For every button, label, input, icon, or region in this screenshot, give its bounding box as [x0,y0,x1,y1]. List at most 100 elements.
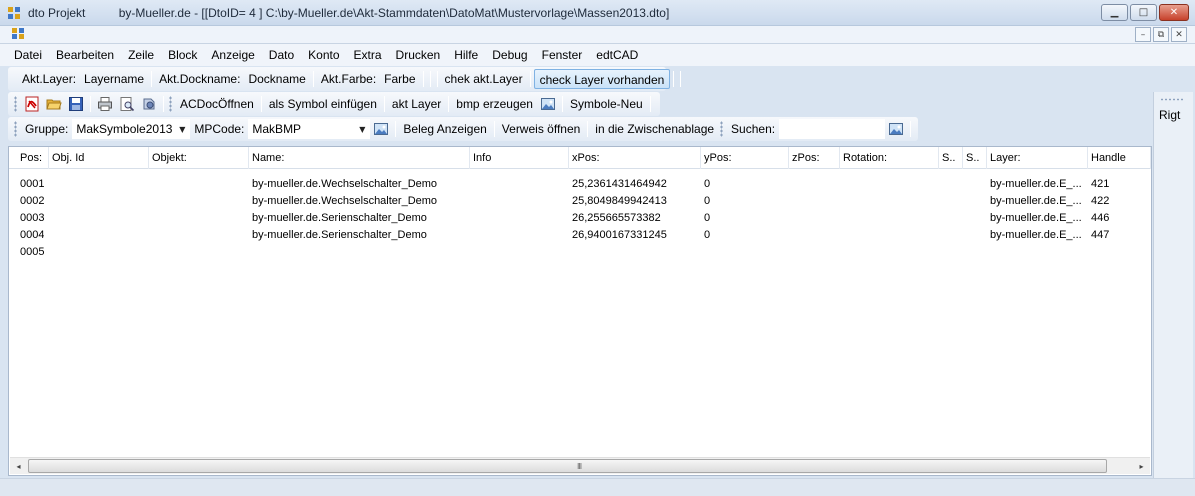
grid-header: Pos: Obj. Id Objekt: Name: Info xPos: yP… [9,147,1151,169]
status-bar [0,478,1195,496]
menu-block[interactable]: Block [161,45,204,65]
separator [673,71,675,87]
menu-drucken[interactable]: Drucken [389,45,448,65]
panel-grip[interactable] [1160,98,1184,101]
table-row[interactable]: 0001 by-mueller.de.Wechselschalter_Demo … [9,176,1151,193]
cell-xpos: 25,2361431464942 [572,178,667,190]
column-header-layer[interactable]: Layer: [987,147,1088,169]
column-header-ypos[interactable]: yPos: [701,147,789,169]
separator [429,71,431,87]
chek-akt-layer-button[interactable]: chek akt.Layer [441,69,527,89]
print-icon[interactable] [96,95,114,113]
bmp-erzeugen-button[interactable]: bmp erzeugen [452,94,537,114]
scrollbar-thumb[interactable]: III [28,459,1107,473]
column-header-objekt[interactable]: Objekt: [149,147,249,169]
cell-handle: 447 [1091,229,1110,241]
toolbar-grip[interactable] [720,121,724,137]
cell-pos: 0002 [20,195,45,207]
menu-bearbeiten[interactable]: Bearbeiten [49,45,121,65]
mdi-child-bar: – ⧉ ✕ [0,26,1195,44]
print-preview-icon[interactable] [118,95,136,113]
minimize-button[interactable]: ▁ [1101,4,1128,21]
toolbar-grip[interactable] [14,96,17,112]
scrollbar-grip: III [577,462,582,471]
column-header-obj-id[interactable]: Obj. Id [49,147,149,169]
akt-layer-button[interactable]: akt Layer [388,94,445,114]
menu-anzeige[interactable]: Anzeige [204,45,261,65]
cell-handle: 446 [1091,212,1110,224]
cell-layer: by-mueller.de.E_... [990,178,1082,190]
image-icon[interactable] [372,120,390,138]
data-grid[interactable]: Pos: Obj. Id Objekt: Name: Info xPos: yP… [8,146,1152,476]
cell-ypos: 0 [704,195,711,207]
column-header-zpos[interactable]: zPos: [789,147,840,169]
gruppe-label: Gruppe: [25,122,69,136]
check-layer-vorhanden-button[interactable]: check Layer vorhanden [533,69,671,89]
menu-datei[interactable]: Datei [7,45,49,65]
column-header-s2[interactable]: S.. [963,147,987,169]
acdoc-oeffnen-button[interactable]: ACDocÖffnen [176,94,258,114]
menu-hilfe[interactable]: Hilfe [447,45,485,65]
column-header-rotation[interactable]: Rotation: [840,147,939,169]
open-folder-icon[interactable] [45,95,63,113]
separator [493,121,495,137]
mdi-close-button[interactable]: ✕ [1171,27,1187,42]
column-header-handle[interactable]: Handle [1088,147,1151,169]
settings-icon[interactable] [140,95,158,113]
beleg-anzeigen-button[interactable]: Beleg Anzeigen [399,119,490,139]
mpcode-label: MPCode: [194,122,245,136]
menu-extra[interactable]: Extra [347,45,389,65]
mdi-minimize-button[interactable]: – [1135,27,1151,42]
search-input[interactable] [779,119,886,139]
chevron-down-icon[interactable]: ▼ [179,125,185,134]
scroll-right-icon[interactable]: ▸ [1133,458,1150,474]
column-header-pos[interactable]: Pos: [17,147,49,169]
cell-name: by-mueller.de.Wechselschalter_Demo [252,195,438,207]
table-row[interactable]: 0003 by-mueller.de.Serienschalter_Demo 2… [9,210,1151,227]
action-toolbar: ACDocÖffnen als Symbol einfügen akt Laye… [8,92,660,116]
pdf-icon[interactable] [23,95,41,113]
menu-debug[interactable]: Debug [485,45,534,65]
menu-dato[interactable]: Dato [262,45,301,65]
save-icon[interactable] [67,95,85,113]
table-row[interactable]: 0002 by-mueller.de.Wechselschalter_Demo … [9,193,1151,210]
close-button[interactable]: ✕ [1159,4,1189,21]
mpcode-dropdown[interactable]: MakBMP ▼ [248,119,371,139]
toolbar-grip[interactable] [169,96,172,112]
toolbar-grip[interactable] [14,121,17,137]
menu-zeile[interactable]: Zeile [121,45,161,65]
cell-pos: 0001 [20,178,45,190]
image-icon[interactable] [539,95,557,113]
title-bar: dto Projekt by-Mueller.de - [[DtoID= 4 ]… [0,0,1195,26]
separator [260,96,262,112]
cell-pos: 0005 [20,246,45,258]
separator [561,96,563,112]
akt-dockname-value: Dockname [248,72,306,86]
cell-xpos: 26,9400167331245 [572,229,667,241]
menu-konto[interactable]: Konto [301,45,346,65]
gruppe-dropdown[interactable]: MakSymbole2013 ▼ [72,119,191,139]
column-header-info[interactable]: Info [470,147,569,169]
separator [448,96,450,112]
horizontal-scrollbar[interactable]: ◂ III ▸ [10,457,1150,474]
symbole-neu-button[interactable]: Symbole-Neu [566,94,647,114]
menu-edtcad[interactable]: edtCAD [589,45,645,65]
table-row[interactable]: 0005 [9,244,1151,261]
scroll-left-icon[interactable]: ◂ [10,458,27,474]
mdi-restore-button[interactable]: ⧉ [1153,27,1169,42]
column-header-name[interactable]: Name: [249,147,470,169]
cell-handle: 422 [1091,195,1110,207]
column-header-s1[interactable]: S.. [939,147,963,169]
menu-fenster[interactable]: Fenster [535,45,590,65]
verweis-oeffnen-button[interactable]: Verweis öffnen [498,119,585,139]
zwischenablage-button[interactable]: in die Zwischenablage [591,119,718,139]
chevron-down-icon[interactable]: ▼ [359,125,365,134]
column-header-xpos[interactable]: xPos: [569,147,701,169]
window-title: dto Projekt by-Mueller.de - [[DtoID= 4 ]… [28,6,670,20]
akt-layer-value: Layername [84,72,145,86]
maximize-button[interactable]: □ [1130,4,1157,21]
table-row[interactable]: 0004 by-mueller.de.Serienschalter_Demo 2… [9,227,1151,244]
image-icon[interactable] [887,120,905,138]
als-symbol-einfuegen-button[interactable]: als Symbol einfügen [265,94,381,114]
document-icon[interactable] [12,28,25,40]
